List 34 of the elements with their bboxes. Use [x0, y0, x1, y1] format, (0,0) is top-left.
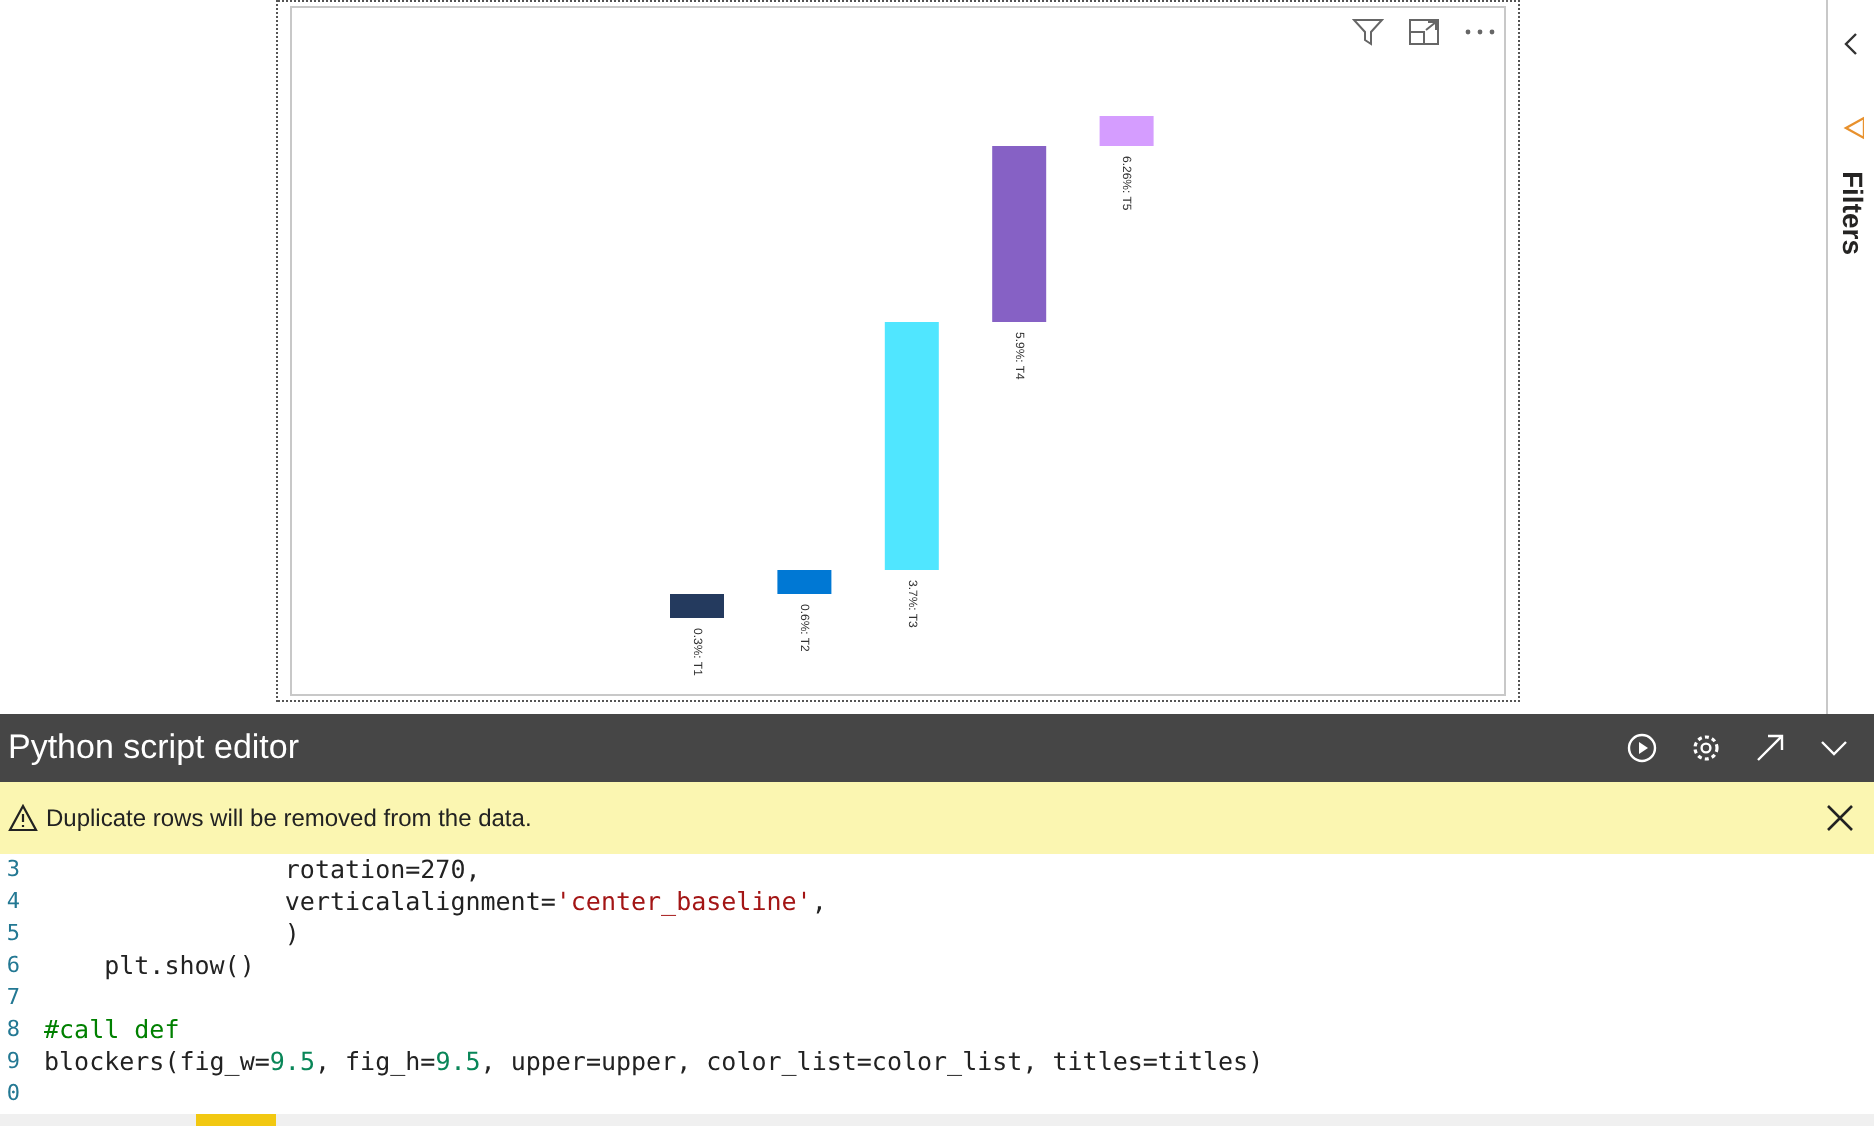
- scroll-indicator: [196, 1114, 276, 1126]
- code-text: 9.5: [269, 1046, 315, 1076]
- code-text: blockers(fig_w=: [44, 1046, 270, 1076]
- editor-title: Python script editor: [8, 726, 302, 771]
- code-text: , upper=upper, color_list=color_list, titles=titles): [480, 1046, 1264, 1076]
- warning-icon: [8, 804, 38, 832]
- line-number: 5: [4, 920, 22, 948]
- more-options-icon[interactable]: [1464, 28, 1496, 36]
- code-text: ): [282, 918, 300, 948]
- line-number: 7: [4, 984, 22, 1012]
- filter-icon[interactable]: [1352, 18, 1384, 46]
- code-text: verticalalignment=: [282, 886, 556, 916]
- line-number: 6: [4, 952, 22, 980]
- filters-pane-title[interactable]: Filters: [1830, 170, 1872, 254]
- line-number: 8: [4, 1016, 22, 1044]
- run-icon[interactable]: [1626, 732, 1658, 764]
- code-text: 'center_baseline': [555, 886, 812, 916]
- filter-icon: [1839, 116, 1863, 140]
- expand-icon[interactable]: [1754, 732, 1786, 764]
- code-text: , fig_h=: [314, 1046, 436, 1076]
- line-number: 3: [4, 856, 22, 884]
- code-comment: #call def: [44, 1014, 180, 1044]
- code-text: 9.5: [435, 1046, 481, 1076]
- collapse-icon[interactable]: [1843, 32, 1859, 56]
- close-icon[interactable]: [1826, 804, 1854, 832]
- line-number: 4: [4, 888, 22, 916]
- focus-mode-icon[interactable]: [1408, 18, 1440, 46]
- code-text: ,: [811, 886, 827, 916]
- code-text: rotation=270,: [282, 854, 481, 884]
- line-number: 0: [4, 1080, 22, 1108]
- code-text: plt.show(): [102, 950, 255, 980]
- line-number: 9: [4, 1048, 22, 1076]
- warning-message: Duplicate rows will be removed from the data.: [46, 802, 534, 836]
- settings-icon[interactable]: [1690, 732, 1722, 764]
